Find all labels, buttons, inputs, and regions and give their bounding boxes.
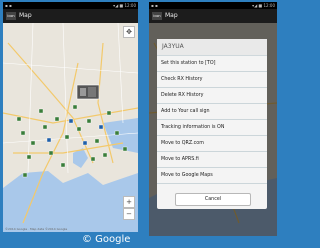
app-bar: icon Map xyxy=(3,9,138,23)
cancel-button[interactable]: Cancel xyxy=(175,193,251,206)
phone-screen-dialog: ▪ ▪ ▾◢ ■ 12:00 icon Map JA3YUA Set this … xyxy=(149,2,277,236)
app-title: Map xyxy=(165,12,178,19)
app-bar: icon Map xyxy=(149,9,277,23)
status-icons: ▾◢ ■ 12:00 xyxy=(113,3,136,8)
app-title: Map xyxy=(19,12,32,19)
map-attribution: ©2014 Google · Map data ©2014 Google xyxy=(5,227,68,231)
status-bar: ▪ ▪ ▾◢ ■ 12:00 xyxy=(149,2,277,9)
status-bar: ▪ ▪ ▾◢ ■ 12:00 xyxy=(3,2,138,9)
menu-item-set-station[interactable]: Set this station to [TO] xyxy=(157,56,267,72)
menu-item-tracking-info[interactable]: Tracking information is ON xyxy=(157,120,267,136)
menu-item-qrz[interactable]: Move to QRZ.com xyxy=(157,136,267,152)
menu-item-aprs[interactable]: Move to APRS.fi xyxy=(157,152,267,168)
google-copyright-label: © Google xyxy=(82,234,131,245)
station-menu-dialog: JA3YUA Set this station to [TO] Check RX… xyxy=(157,39,267,209)
menu-item-google-maps[interactable]: Move to Google Maps xyxy=(157,168,267,184)
menu-item-add-call-sign[interactable]: Add to Your call sign xyxy=(157,104,267,120)
dialog-title: JA3YUA xyxy=(157,39,267,56)
phone-screen-map: ▪ ▪ ▾◢ ■ 12:00 icon Map ✥ + − ©2014 Goog… xyxy=(3,2,138,232)
app-logo-icon[interactable]: icon xyxy=(6,12,16,20)
status-icons: ▾◢ ■ 12:00 xyxy=(252,3,275,8)
app-logo-icon[interactable]: icon xyxy=(152,12,162,20)
menu-item-delete-rx-history[interactable]: Delete RX History xyxy=(157,88,267,104)
compass-icon[interactable]: ✥ xyxy=(123,26,135,38)
zoom-out-button[interactable]: − xyxy=(123,208,135,220)
zoom-in-button[interactable]: + xyxy=(123,196,135,208)
menu-item-check-rx-history[interactable]: Check RX History xyxy=(157,72,267,88)
dialog-footer: Cancel xyxy=(157,189,267,209)
notification-icons: ▪ ▪ xyxy=(5,3,12,8)
map-canvas xyxy=(3,23,138,232)
map-view[interactable]: ✥ + − ©2014 Google · Map data ©2014 Goog… xyxy=(3,23,138,232)
notification-icons: ▪ ▪ xyxy=(151,3,158,8)
